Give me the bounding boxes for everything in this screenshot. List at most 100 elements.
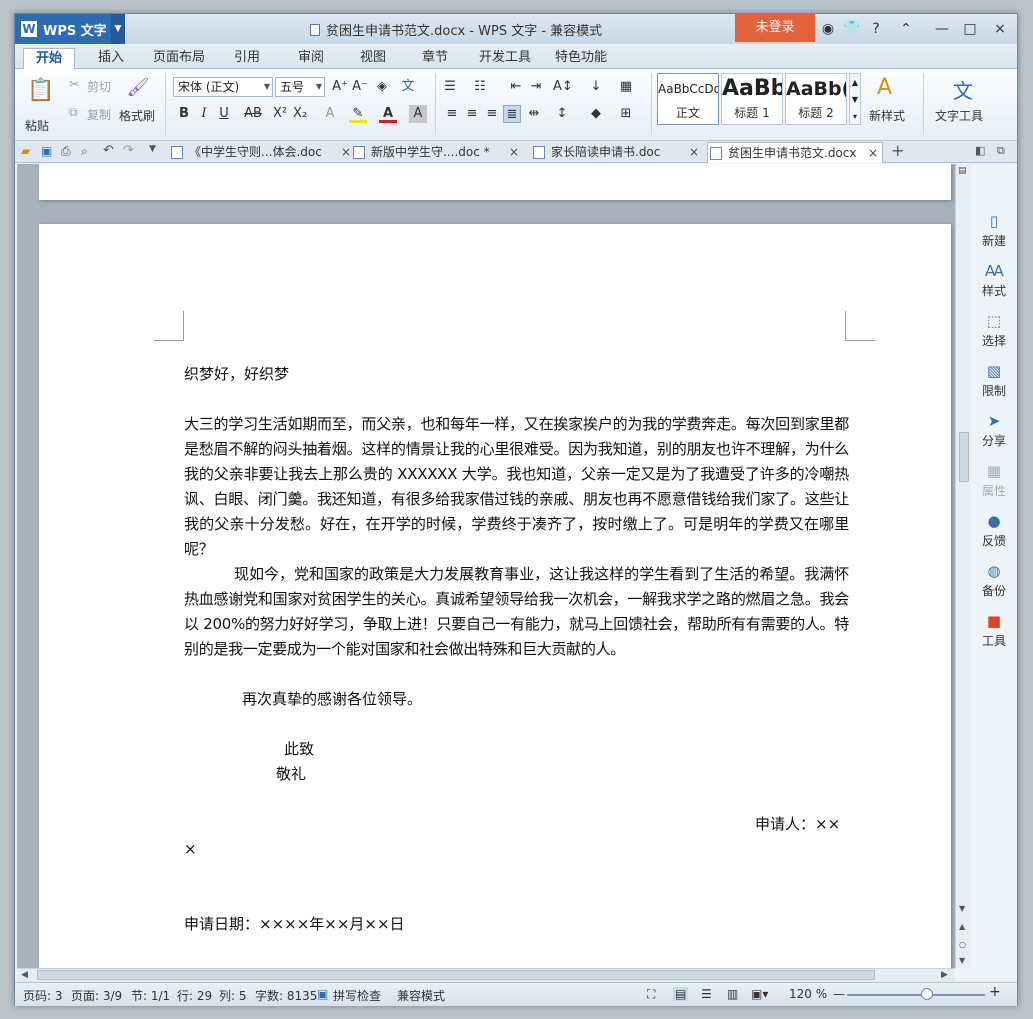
tab-home[interactable]: 开始 — [23, 48, 75, 70]
tab-references[interactable]: 引用 — [223, 48, 271, 70]
zoom-level[interactable]: 120 % — [789, 987, 827, 1001]
save-icon[interactable]: ▣ — [41, 144, 52, 158]
scroll-thumb[interactable] — [37, 970, 875, 980]
style-scroll[interactable]: ▲ ▼ ▾ — [849, 73, 861, 125]
status-spell-check[interactable]: 拼写检查 — [333, 987, 381, 1004]
zoom-in-icon[interactable]: + — [989, 984, 1001, 1000]
web-view-icon[interactable]: ▥ — [727, 987, 738, 1001]
zoom-slider-track[interactable] — [847, 994, 985, 996]
scroll-down-icon[interactable]: ▼ — [959, 904, 965, 913]
text-tools-button[interactable]: 文字工具 — [935, 107, 983, 124]
format-painter-icon[interactable]: 🖌 — [125, 77, 151, 103]
phonetic-guide-icon[interactable]: 文 — [399, 78, 417, 96]
shirt-icon[interactable]: 👕 — [841, 18, 863, 40]
decrease-indent-icon[interactable]: ⇤ — [507, 78, 525, 96]
doc-tab[interactable]: 家长陪读申请书.doc × — [531, 142, 703, 163]
sidebar-item-style[interactable]: Ꜳ 样式 — [971, 262, 1017, 299]
new-style-button[interactable]: 新样式 — [869, 107, 905, 124]
ruler-toggle-icon[interactable]: ▤ — [958, 166, 967, 176]
sidebar-item-share[interactable]: ➤ 分享 — [971, 412, 1017, 449]
tab-view[interactable]: 视图 — [349, 48, 397, 70]
text-effect-icon[interactable]: A — [321, 105, 339, 123]
cut-button[interactable]: 剪切 — [87, 78, 111, 95]
align-center-icon[interactable]: ≡ — [463, 105, 481, 123]
zoom-out-icon[interactable]: — — [833, 987, 845, 1001]
font-size-select[interactable]: 五号 ▼ — [275, 77, 325, 97]
status-words[interactable]: 字数: 8135 — [255, 987, 317, 1004]
format-painter-button[interactable]: 格式刷 — [119, 107, 155, 124]
tab-restore-icon[interactable]: ⧉ — [997, 144, 1005, 158]
collapse-ribbon-icon[interactable]: ⌃ — [895, 18, 917, 40]
shading-icon[interactable]: ◆ — [587, 105, 605, 123]
close-button[interactable]: × — [989, 18, 1011, 40]
char-shading-icon[interactable]: A — [409, 105, 427, 123]
zoom-slider-thumb[interactable] — [920, 988, 933, 1000]
distribute-icon[interactable]: ⇹ — [525, 105, 543, 123]
font-color-icon[interactable]: A — [379, 105, 397, 123]
minimize-button[interactable]: — — [931, 18, 953, 40]
sort-icon[interactable]: ↓ — [587, 78, 605, 96]
tab-developer[interactable]: 开发工具 — [473, 48, 537, 70]
paste-button[interactable]: 粘贴 — [25, 117, 49, 134]
scroll-thumb[interactable] — [959, 432, 969, 482]
underline-icon[interactable]: U — [215, 105, 233, 123]
copy-icon[interactable]: ⧉ — [69, 105, 78, 120]
sidebar-item-tools[interactable]: ■ 工具 — [971, 612, 1017, 649]
align-left-icon[interactable]: ≡ — [443, 105, 461, 123]
sidebar-item-restrict[interactable]: ▧ 限制 — [971, 362, 1017, 399]
page-view-icon[interactable]: ▤ — [673, 987, 689, 1001]
login-button[interactable]: 未登录 — [735, 14, 815, 42]
prev-page-icon[interactable]: ▲ — [959, 922, 965, 931]
document-canvas[interactable]: 织梦好，好织梦 大三的学习生活如期而至，而父亲，也和每年一样，又在挨家挨户的为我… — [17, 164, 955, 968]
change-case-icon[interactable]: A↕ — [553, 78, 573, 96]
close-icon[interactable]: × — [341, 142, 351, 162]
table-icon[interactable]: ▦ — [617, 78, 635, 96]
superscript-icon[interactable]: X² — [271, 105, 289, 123]
italic-icon[interactable]: I — [195, 105, 213, 123]
chevron-down-icon[interactable]: ▼ — [149, 144, 156, 154]
tab-page-layout[interactable]: 页面布局 — [147, 48, 211, 70]
new-style-icon[interactable]: A — [877, 75, 892, 100]
highlight-icon[interactable]: ✎ — [349, 105, 367, 123]
skin-icon[interactable]: ◉ — [817, 18, 839, 40]
border-icon[interactable]: ⊞ — [617, 105, 635, 123]
chevron-down-icon[interactable]: ▼ — [111, 14, 125, 44]
doc-tab[interactable]: 新版中学生守....doc * × — [351, 142, 523, 163]
text-tools-icon[interactable]: 文 — [953, 75, 973, 104]
print-preview-icon[interactable]: ⌕ — [81, 144, 88, 159]
close-icon[interactable]: × — [689, 142, 699, 162]
help-icon[interactable]: ? — [867, 18, 885, 40]
sidebar-item-feedback[interactable]: ● 反馈 — [971, 512, 1017, 549]
style-normal[interactable]: AaBbCcDd 正文 — [657, 73, 719, 125]
sidebar-item-select[interactable]: ⬚ 选择 — [971, 312, 1017, 349]
copy-button[interactable]: 复制 — [87, 106, 111, 123]
sidebar-item-new[interactable]: ▯ 新建 — [971, 212, 1017, 249]
shrink-font-icon[interactable]: A⁻ — [351, 78, 369, 96]
justify-icon[interactable]: ≣ — [503, 105, 521, 123]
app-menu-button[interactable]: W WPS 文字 ▼ — [15, 14, 125, 44]
doc-tab-active[interactable]: 贫困生申请书范文.docx × — [707, 142, 883, 163]
close-icon[interactable]: × — [868, 143, 878, 163]
tab-insert[interactable]: 插入 — [87, 48, 135, 70]
sidebar-item-properties[interactable]: ▦ 属性 — [971, 462, 1017, 499]
reading-view-icon[interactable]: ▣▾ — [751, 987, 768, 1001]
next-page-icon[interactable]: ▼ — [959, 956, 965, 965]
align-right-icon[interactable]: ≡ — [483, 105, 501, 123]
scroll-left-icon[interactable]: ◀ — [21, 970, 28, 980]
style-heading-1[interactable]: AaBb 标题 1 — [721, 73, 783, 125]
subscript-icon[interactable]: X₂ — [291, 105, 309, 123]
undo-icon[interactable]: ↶ — [103, 143, 114, 158]
paste-icon[interactable]: 📋 — [27, 77, 54, 105]
full-screen-icon[interactable]: ⛶ — [647, 987, 655, 1002]
vertical-scrollbar[interactable]: ▤ ▼ ▲ ○ ▼ — [955, 164, 971, 968]
scroll-right-icon[interactable]: ▶ — [941, 970, 948, 980]
browse-object-icon[interactable]: ○ — [959, 940, 966, 949]
bold-icon[interactable]: B — [175, 105, 193, 123]
tab-special[interactable]: 特色功能 — [549, 48, 613, 70]
print-icon[interactable]: ⎙ — [61, 144, 71, 159]
tab-section[interactable]: 章节 — [411, 48, 459, 70]
font-name-select[interactable]: 宋体 (正文) ▼ — [173, 77, 273, 97]
bullet-list-icon[interactable]: ☰ — [441, 78, 459, 96]
style-heading-2[interactable]: AaBb( 标题 2 — [785, 73, 847, 125]
doc-tab[interactable]: 《中学生守则...体会.doc × — [169, 142, 355, 163]
